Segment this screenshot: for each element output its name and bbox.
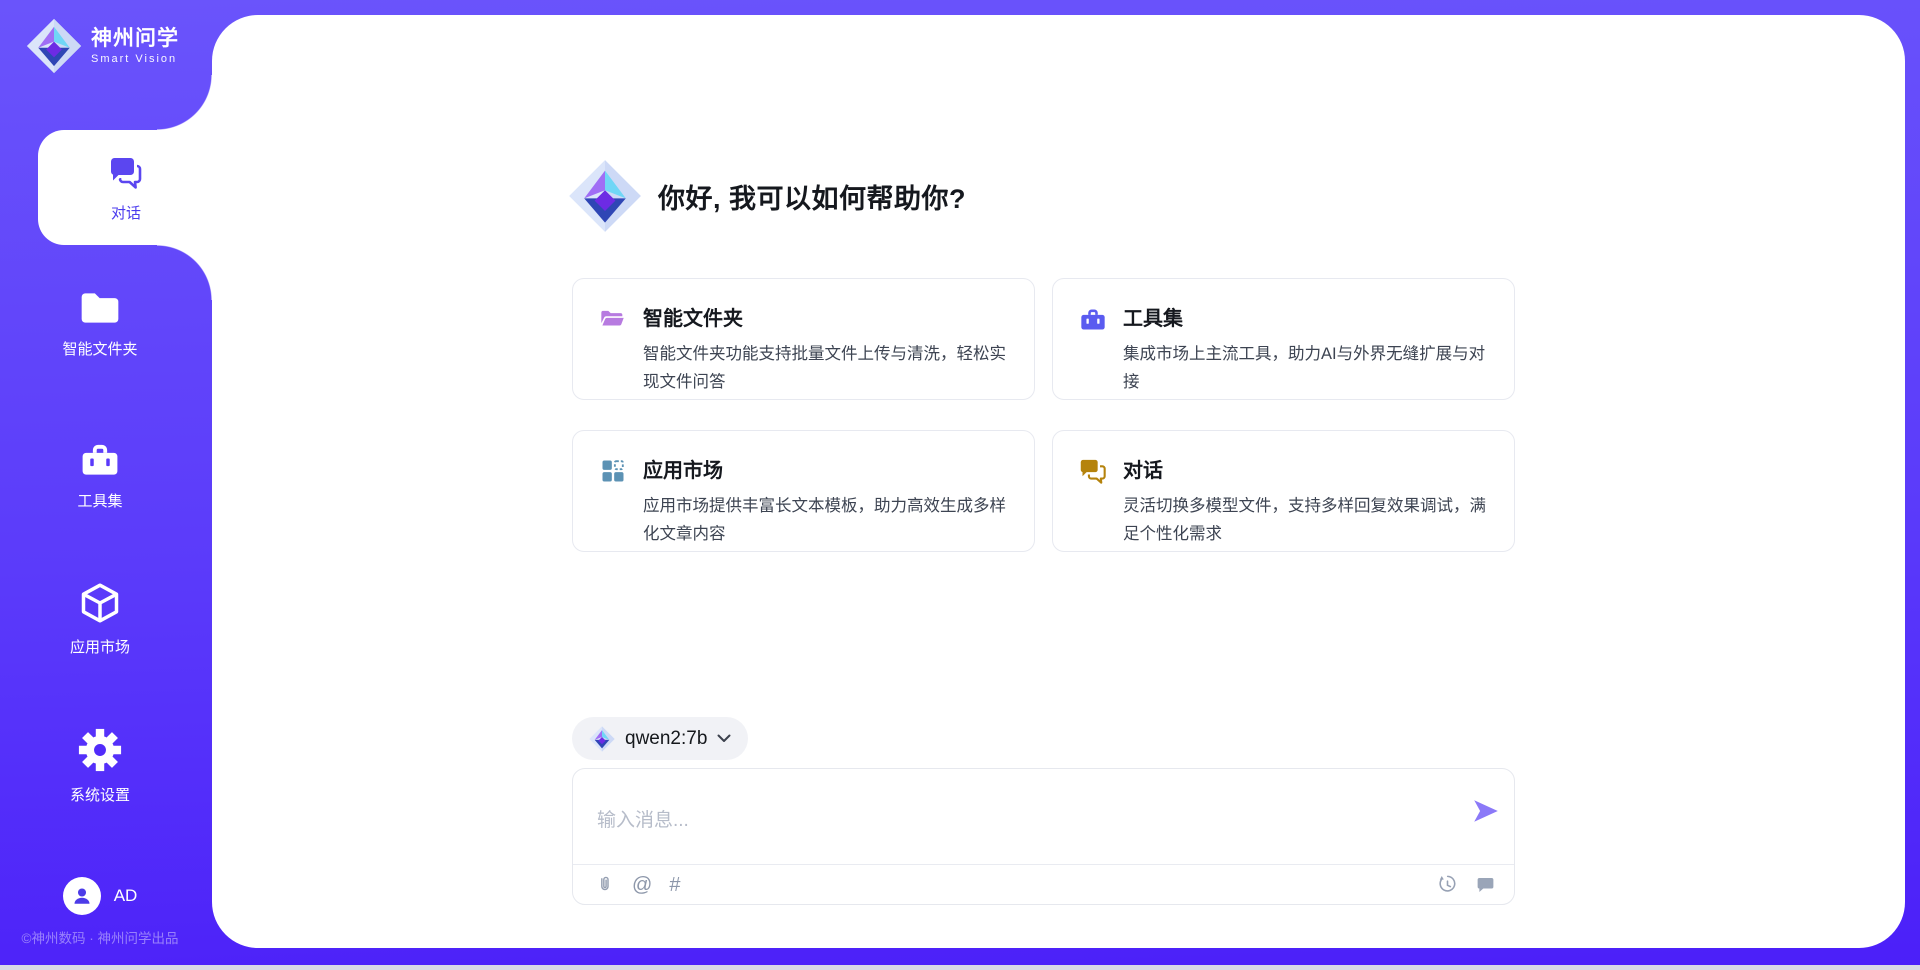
avatar	[63, 877, 101, 915]
folder-icon	[78, 289, 122, 327]
greeting: 你好, 我可以如何帮助你?	[568, 159, 966, 233]
sidebar-item-label: 系统设置	[70, 784, 130, 805]
copyright-text: ©神州数码 · 神州问学出品	[0, 927, 200, 947]
brand-name: 神州问学	[91, 27, 179, 50]
chat-bubbles-icon	[1079, 457, 1107, 528]
composer-toolbar: @ #	[595, 865, 1496, 904]
card-description: 智能文件夹功能支持批量文件上传与清洗，轻松实现文件问答	[643, 340, 1008, 396]
sidebar-item-label: 应用市场	[70, 636, 130, 657]
model-selector[interactable]: qwen2:7b	[572, 717, 748, 760]
sidebar-item-toolset[interactable]: 工具集	[0, 439, 200, 511]
attach-file-button[interactable]	[595, 874, 615, 896]
user-profile[interactable]: AD	[0, 877, 200, 915]
main-panel: 你好, 我可以如何帮助你? 智能文件夹 智能文件夹功能支持批量文件上传与清洗，轻…	[212, 15, 1905, 948]
model-gem-icon	[589, 726, 615, 752]
sidebar: 神州问学 Smart Vision 智能文件夹 工具集	[0, 0, 212, 970]
card-description: 集成市场上主流工具，助力AI与外界无缝扩展与对接	[1123, 340, 1488, 396]
at-sign-icon: @	[632, 875, 652, 895]
brand-subtitle: Smart Vision	[91, 53, 179, 65]
paperclip-icon	[595, 874, 615, 896]
window-bottom-edge	[0, 965, 1920, 970]
sidebar-item-label: 工具集	[77, 490, 122, 511]
model-name: qwen2:7b	[625, 728, 707, 750]
chevron-down-icon	[717, 734, 731, 743]
greeting-text: 你好, 我可以如何帮助你?	[658, 177, 966, 216]
card-description: 灵活切换多模型文件，支持多样回复效果调试，满足个性化需求	[1123, 492, 1488, 548]
card-description: 应用市场提供丰富长文本模板，助力高效生成多样化文章内容	[643, 492, 1008, 548]
send-button[interactable]	[1471, 796, 1501, 826]
chat-bubble-filled-icon	[1475, 874, 1496, 895]
new-chat-button[interactable]	[1475, 874, 1496, 895]
apps-grid-icon	[599, 457, 627, 528]
card-title: 应用市场	[643, 454, 1008, 483]
card-chat[interactable]: 对话 灵活切换多模型文件，支持多样回复效果调试，满足个性化需求	[1052, 430, 1515, 552]
brand: 神州问学 Smart Vision	[26, 18, 179, 74]
message-composer: @ #	[572, 768, 1515, 905]
sidebar-item-label: 智能文件夹	[62, 338, 137, 359]
card-title: 工具集	[1123, 302, 1488, 331]
mention-button[interactable]: @	[632, 875, 652, 895]
history-clock-icon	[1437, 874, 1458, 895]
toolbox-icon	[79, 439, 121, 479]
feature-cards: 智能文件夹 智能文件夹功能支持批量文件上传与清洗，轻松实现文件问答 工具集 集成…	[572, 278, 1515, 552]
card-title: 对话	[1123, 454, 1488, 483]
greeting-gem-icon	[568, 159, 642, 233]
user-initials: AD	[114, 886, 138, 906]
sidebar-item-settings[interactable]: 系统设置	[0, 727, 200, 805]
hash-icon: #	[669, 875, 680, 895]
hashtag-button[interactable]: #	[669, 875, 680, 895]
card-title: 智能文件夹	[643, 302, 1008, 331]
folder-open-icon	[599, 305, 627, 376]
gear-icon	[77, 727, 123, 773]
card-toolset[interactable]: 工具集 集成市场上主流工具，助力AI与外界无缝扩展与对接	[1052, 278, 1515, 400]
card-app-market[interactable]: 应用市场 应用市场提供丰富长文本模板，助力高效生成多样化文章内容	[572, 430, 1035, 552]
toolbox-icon	[1079, 305, 1107, 376]
history-button[interactable]	[1437, 874, 1458, 895]
card-smart-folders[interactable]: 智能文件夹 智能文件夹功能支持批量文件上传与清洗，轻松实现文件问答	[572, 278, 1035, 400]
brand-logo-gem-icon	[26, 18, 82, 74]
message-input[interactable]	[573, 769, 1514, 861]
cube-icon	[78, 581, 122, 625]
sidebar-item-smart-folders[interactable]: 智能文件夹	[0, 289, 200, 359]
sidebar-item-app-market[interactable]: 应用市场	[0, 581, 200, 657]
